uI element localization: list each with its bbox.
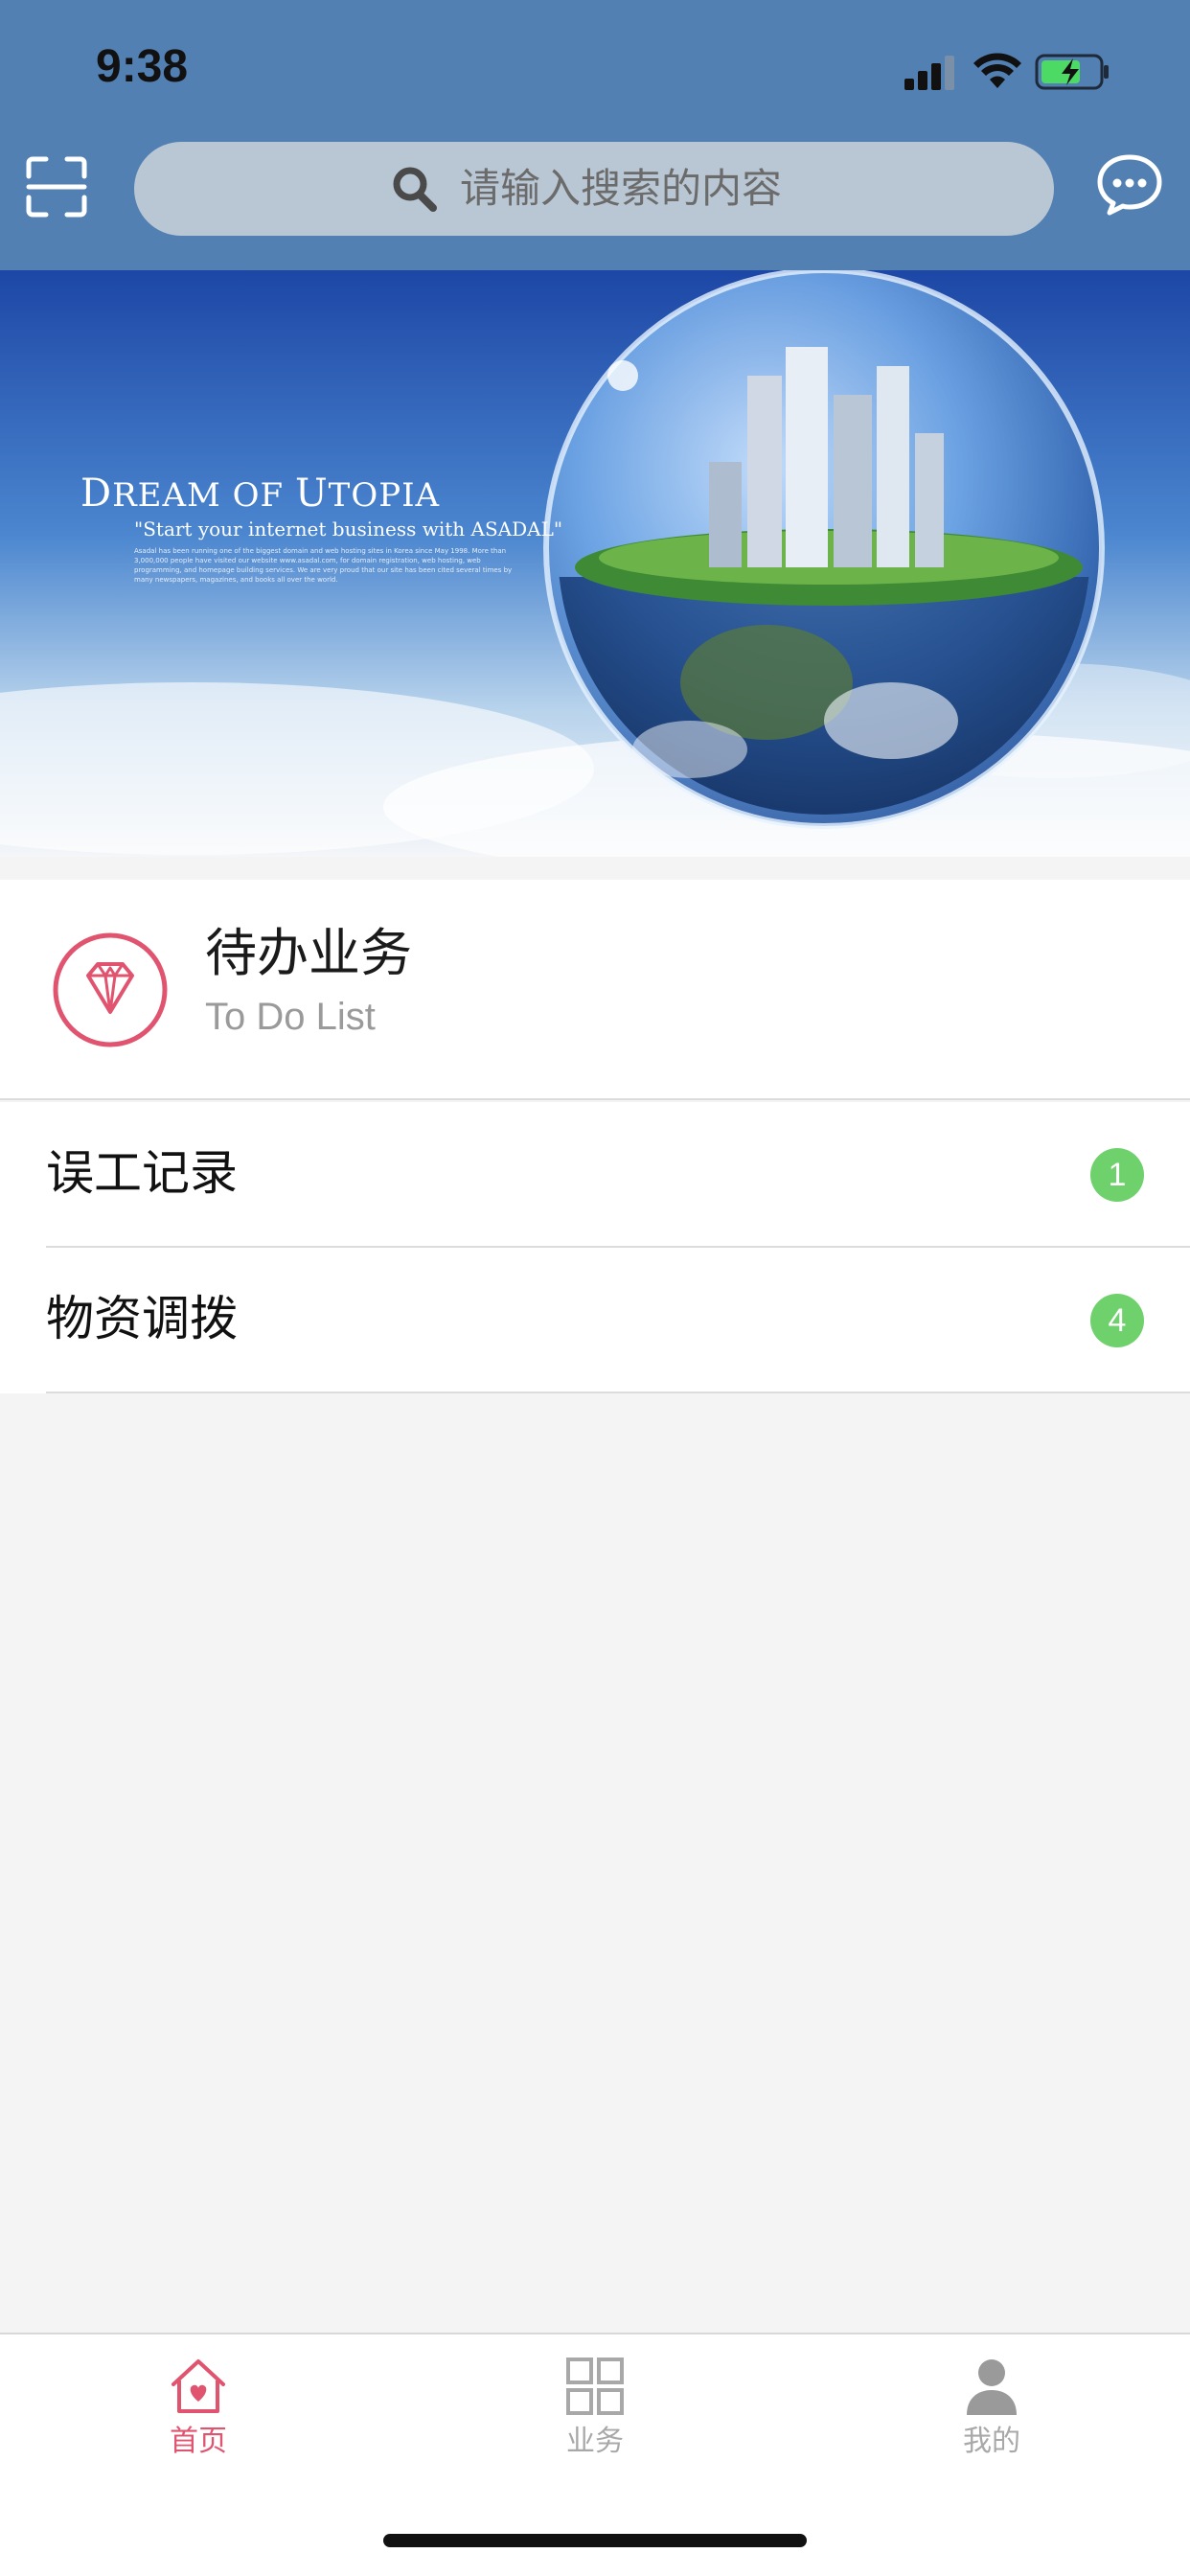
count-badge: 4 — [1090, 1294, 1144, 1347]
todo-subtitle: To Do List — [205, 996, 376, 1038]
battery-charging-icon — [1035, 54, 1109, 90]
app-header: 9:38 请输入搜索的内容 — [0, 0, 1190, 270]
user-icon — [967, 2359, 1017, 2415]
diamond-icon — [53, 932, 168, 1047]
divider — [46, 1392, 1190, 1393]
banner-subtitle: "Start your internet business with ASADA… — [134, 518, 563, 540]
todo-header-card[interactable]: 待办业务 To Do List — [0, 880, 1190, 1100]
home-indicator[interactable] — [383, 2534, 807, 2547]
search-icon — [393, 167, 437, 212]
list-item-label: 误工记录 — [46, 1145, 238, 1201]
count-badge: 1 — [1090, 1148, 1144, 1202]
scan-icon[interactable] — [25, 155, 88, 218]
list-item[interactable]: 误工记录 1 — [0, 1102, 1190, 1248]
wifi-icon — [973, 53, 1021, 88]
promo-banner[interactable]: DREAM OF UTOPIA "Start your internet bus… — [0, 270, 1190, 857]
list-item-label: 物资调拨 — [46, 1291, 238, 1346]
todo-title: 待办业务 — [205, 923, 412, 983]
list-item[interactable]: 物资调拨 4 — [0, 1248, 1190, 1393]
tab-home[interactable]: 首页 — [0, 2334, 397, 2488]
grid-icon — [566, 2358, 624, 2415]
tab-business[interactable]: 业务 — [397, 2334, 793, 2488]
tab-mine[interactable]: 我的 — [793, 2334, 1190, 2488]
banner-title: DREAM OF UTOPIA — [80, 472, 441, 516]
tab-label: 首页 — [170, 2425, 227, 2458]
banner-fine-print: Asadal has been running one of the bigge… — [134, 547, 513, 584]
tab-label: 我的 — [963, 2425, 1020, 2458]
message-icon[interactable] — [1096, 153, 1163, 217]
tab-label: 业务 — [566, 2425, 624, 2458]
search-placeholder: 请输入搜索的内容 — [460, 165, 783, 212]
search-bar[interactable]: 请输入搜索的内容 — [134, 142, 1054, 236]
signal-icon — [904, 56, 954, 90]
home-heart-icon — [172, 2359, 225, 2413]
status-time: 9:38 — [96, 41, 189, 92]
